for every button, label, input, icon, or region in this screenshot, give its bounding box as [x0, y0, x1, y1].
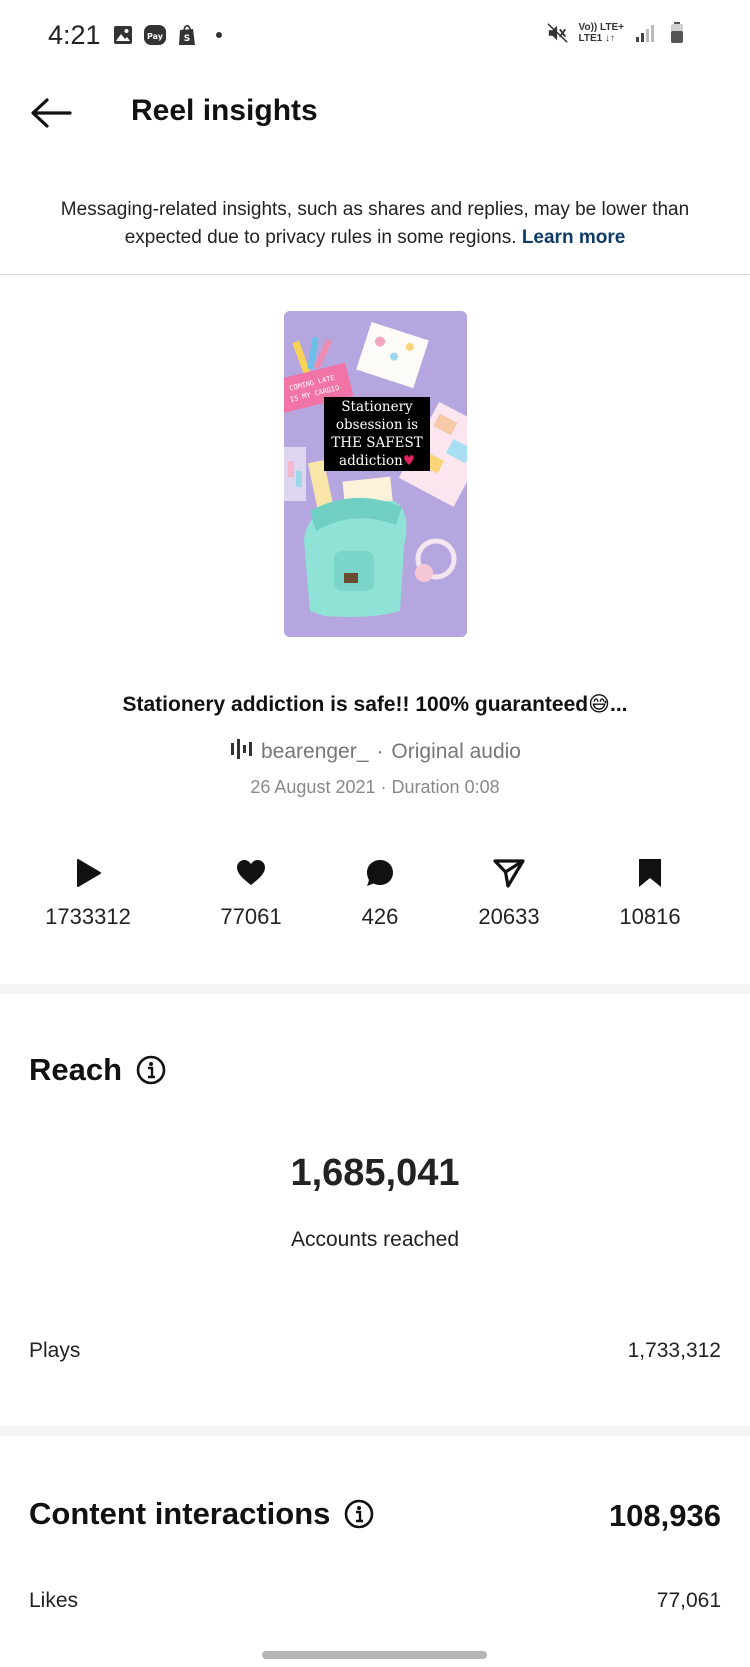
stat-saves-value: 10816	[619, 904, 681, 929]
learn-more-link[interactable]: Learn more	[522, 227, 625, 248]
network-line-1: Vo)) LTE+	[578, 22, 624, 33]
plays-row: Plays 1,733,312	[29, 1339, 721, 1363]
reel-meta: 26 August 2021 · Duration 0:08	[0, 777, 750, 798]
info-icon[interactable]	[136, 1055, 166, 1085]
likes-value: 77,061	[656, 1589, 721, 1612]
stat-saves: 10816	[570, 856, 730, 930]
gallery-icon	[112, 24, 134, 46]
status-bar: 4:21 Pay S Vo)) LTE+ LTE1 ↓↑	[0, 0, 750, 76]
audio-wave-icon	[229, 738, 253, 766]
audio-owner: bearenger_	[260, 740, 369, 763]
status-icons-right: Vo)) LTE+ LTE1 ↓↑	[546, 22, 688, 44]
reach-title: Reach	[29, 1052, 166, 1088]
thumbnail-caption-line-1: Stationery	[341, 399, 413, 415]
network-line-2: LTE1 ↓↑	[578, 33, 616, 44]
thumbnail-caption-line-3: THE SAFEST	[331, 435, 423, 451]
stat-plays: 1733312	[8, 856, 168, 930]
play-icon	[8, 856, 168, 890]
mute-icon	[546, 22, 569, 44]
likes-row: Likes 77,061	[29, 1589, 721, 1613]
audio-label: Original audio	[391, 740, 521, 763]
meta-separator: ·	[380, 777, 387, 797]
arrow-left-icon	[29, 96, 73, 135]
reel-date: 26 August 2021	[250, 777, 376, 797]
thumbnail-caption-line-4: addiction♥	[324, 452, 430, 470]
likes-label: Likes	[29, 1589, 79, 1612]
plays-value: 1,733,312	[627, 1339, 721, 1362]
section-divider	[0, 984, 750, 994]
reel-duration: Duration 0:08	[391, 777, 500, 797]
svg-text:S: S	[184, 34, 190, 44]
audio-separator: ·	[376, 740, 384, 763]
header: Reel insights	[0, 80, 750, 150]
stat-shares: 20633	[429, 856, 589, 930]
reel-thumbnail-art: COMING LATE IS MY CARDIO	[284, 311, 467, 637]
audio-row[interactable]: bearenger_ · Original audio	[0, 738, 750, 766]
lips-icon: ♥	[402, 453, 415, 469]
accounts-reached-value: 1,685,041	[290, 1152, 460, 1194]
divider	[0, 274, 750, 275]
thumbnail-caption-word: addiction	[339, 453, 403, 469]
bookmark-icon	[570, 856, 730, 890]
status-icons-left: Pay S	[112, 24, 222, 46]
network-indicator: Vo)) LTE+ LTE1 ↓↑	[579, 22, 624, 44]
dot-icon	[216, 32, 222, 38]
back-button[interactable]	[26, 90, 76, 140]
page-title: Reel insights	[131, 94, 318, 127]
stat-plays-value: 1733312	[45, 904, 131, 929]
accounts-reached-label: Accounts reached	[290, 1228, 460, 1251]
info-icon[interactable]	[344, 1499, 374, 1529]
thumbnail-caption-line-2: obsession is	[335, 417, 419, 433]
privacy-notice: Messaging-related insights, such as shar…	[60, 196, 690, 252]
pay-icon: Pay	[144, 24, 166, 46]
content-interactions-title-text: Content interactions	[29, 1496, 331, 1531]
status-time: 4:21	[48, 20, 101, 50]
reel-caption: Stationery addiction is safe!! 100% guar…	[122, 693, 628, 716]
svg-text:Pay: Pay	[147, 32, 164, 41]
stat-shares-value: 20633	[478, 904, 540, 929]
stats-row: 1733312 77061 426 20633 10816	[0, 856, 750, 936]
shopify-icon: S	[176, 24, 198, 46]
share-icon	[429, 856, 589, 890]
reach-title-text: Reach	[29, 1052, 123, 1087]
thumbnail-caption: Stationery obsession is THE SAFEST addic…	[324, 397, 430, 471]
battery-icon	[666, 22, 688, 44]
section-divider	[0, 1426, 750, 1436]
reel-thumbnail[interactable]: COMING LATE IS MY CARDIO Stationery obse…	[284, 311, 467, 637]
plays-label: Plays	[29, 1339, 81, 1362]
content-interactions-total: 108,936	[608, 1498, 721, 1533]
content-interactions-title: Content interactions	[29, 1496, 374, 1532]
signal-icon	[634, 22, 656, 44]
home-indicator[interactable]	[262, 1651, 487, 1659]
